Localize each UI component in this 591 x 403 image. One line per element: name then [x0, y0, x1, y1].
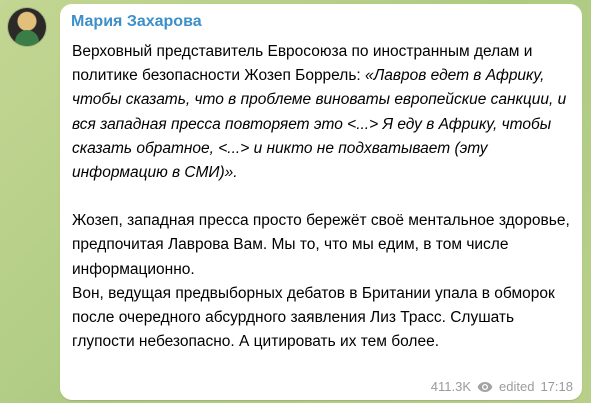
message-meta: 411.3K edited 17:18	[431, 379, 573, 394]
eye-icon	[477, 381, 493, 392]
message-bubble[interactable]: Мария Захарова Верховный представитель Е…	[60, 4, 582, 400]
sender-name[interactable]: Мария Захарова	[71, 13, 202, 31]
message-paragraph-3: Вон, ведущая предвыборных дебатов в Брит…	[72, 284, 555, 351]
sender-avatar[interactable]	[8, 8, 46, 46]
message-paragraph-1: Верховный представитель Евросоюза по ино…	[72, 40, 572, 185]
views-count: 411.3K	[430, 379, 472, 394]
paragraph-1-quote: «Лавров едет в Африку, чтобы сказать, чт…	[72, 67, 567, 182]
message-paragraph-2: Жозеп, западная пресса просто бережёт св…	[72, 212, 570, 278]
edited-label: edited	[499, 379, 535, 394]
message-time: 17:18	[540, 379, 573, 394]
message-text: Верховный представитель Евросоюза по ино…	[72, 40, 572, 354]
